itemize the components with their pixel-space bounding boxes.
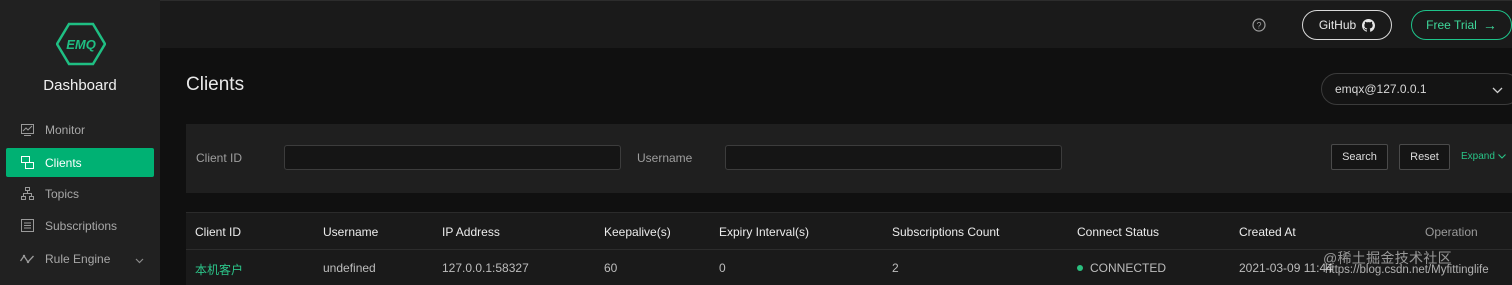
expand-label: Expand [1461,151,1495,162]
arrow-right-icon: → [1482,17,1497,33]
github-icon [1362,18,1376,32]
clients-table: Client ID Username IP Address Keepalive(… [186,212,1512,285]
sidebar-item-label: Topics [45,186,80,201]
watermark-url: https://blog.csdn.net/Myfittinglife [1325,264,1489,276]
node-select[interactable]: emqx@127.0.0.1 [1321,73,1512,105]
topics-icon [20,187,34,201]
emq-logo[interactable]: EMQ [56,22,106,66]
clients-icon [20,156,34,170]
client-id-label: Client ID [196,151,243,165]
ip-cell: 127.0.0.1:58327 [442,261,529,275]
column-header: Keepalive(s) [604,225,671,239]
reset-button[interactable]: Reset [1399,144,1450,170]
subscriptions-icon [20,219,34,233]
search-button[interactable]: Search [1331,144,1388,170]
column-header: Operation [1425,225,1478,239]
free-trial-button[interactable]: Free Trial → [1411,10,1512,40]
free-trial-label: Free Trial [1426,18,1477,32]
username-cell: undefined [323,261,376,275]
sidebar: EMQ Dashboard Monitor Clients Topics Sub… [0,0,160,285]
username-input[interactable] [725,145,1062,170]
status-dot-icon [1077,264,1083,271]
username-label: Username [637,151,693,165]
help-icon[interactable]: ? [1252,18,1266,32]
chevron-down-icon [1492,83,1503,97]
sidebar-item-label: Subscriptions [45,218,118,233]
column-header: Created At [1239,225,1296,239]
github-label: GitHub [1318,18,1357,32]
client-id-input[interactable] [284,145,621,170]
chevron-down-icon [135,253,144,267]
column-header: Connect Status [1077,225,1160,239]
sidebar-item-clients[interactable]: Clients [6,148,154,177]
sidebar-item-label: Rule Engine [45,251,111,266]
chevron-down-icon [1498,154,1506,159]
svg-text:?: ? [1256,20,1261,30]
monitor-icon [20,123,34,137]
status-text: CONNECTED [1090,261,1167,275]
logo-text: EMQ [66,37,96,52]
rule-engine-icon [20,252,34,266]
top-bar: ? GitHub Free Trial → [160,0,1512,48]
page-title: Clients [186,74,245,95]
table-header: Client ID Username IP Address Keepalive(… [186,213,1512,250]
node-select-value: emqx@127.0.0.1 [1335,82,1427,96]
sidebar-item-topics[interactable]: Topics [6,179,154,208]
filter-panel: Client ID Username Search Reset Expand [186,124,1512,193]
column-header: Username [323,225,379,239]
sidebar-item-label: Clients [45,155,82,170]
expand-toggle[interactable]: Expand [1461,151,1506,162]
sidebar-item-rule-engine[interactable]: Rule Engine [6,244,154,273]
sidebar-item-monitor[interactable]: Monitor [6,115,154,144]
column-header: Subscriptions Count [892,225,1000,239]
status-cell: CONNECTED [1077,261,1166,275]
column-header: IP Address [442,225,500,239]
created-at-cell: 2021-03-09 11:44 [1239,261,1333,275]
subscriptions-cell: 2 [892,261,899,275]
column-header: Client ID [195,225,242,239]
client-id-link[interactable]: 本机客户 [195,261,243,278]
github-button[interactable]: GitHub [1302,10,1392,40]
keepalive-cell: 60 [604,261,618,275]
expiry-cell: 0 [719,261,726,275]
column-header: Expiry Interval(s) [719,225,810,239]
brand-name: Dashboard [43,77,117,94]
sidebar-item-subscriptions[interactable]: Subscriptions [6,211,154,240]
sidebar-item-label: Monitor [45,122,86,137]
